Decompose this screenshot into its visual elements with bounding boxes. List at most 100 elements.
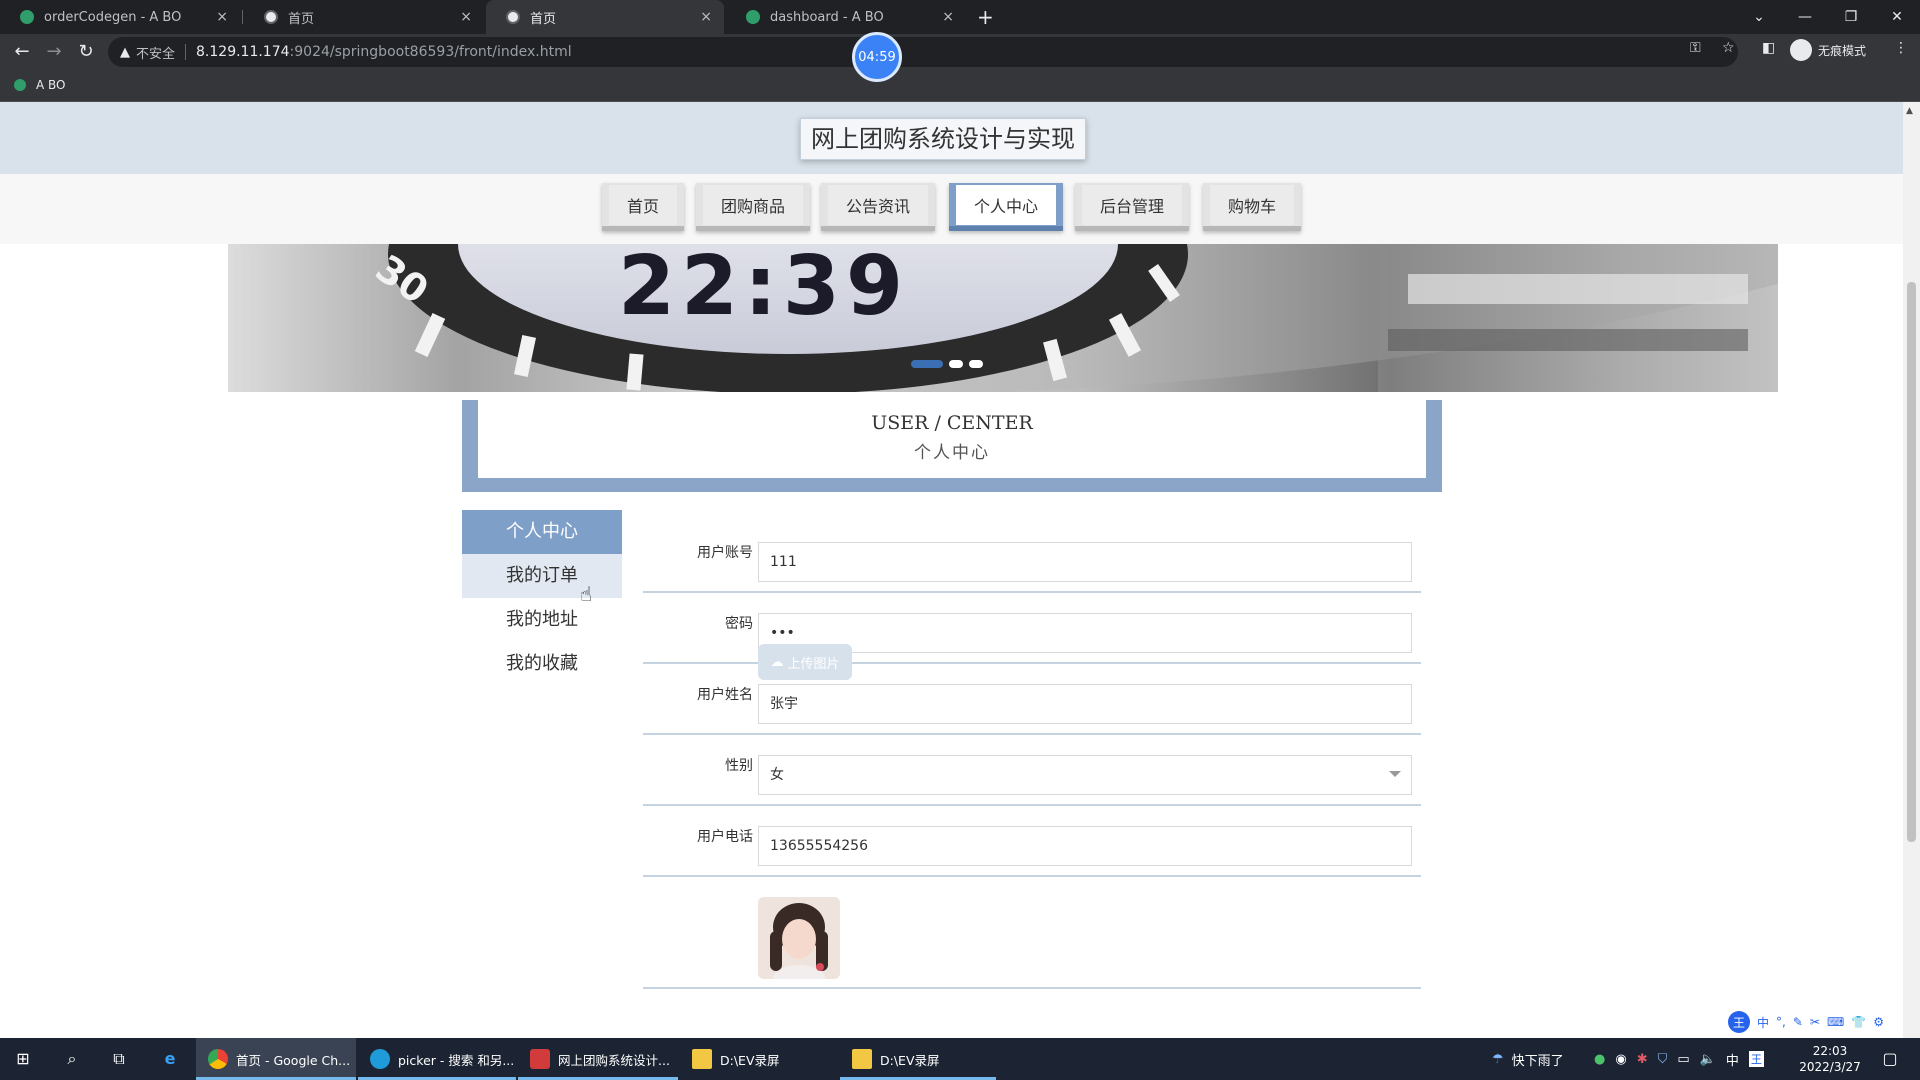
taskbar-app-chrome[interactable]: 首页 - Google Ch...	[196, 1038, 356, 1080]
ime-lang-indicator[interactable]: 中	[1757, 1014, 1769, 1031]
input-language[interactable]: 中	[1726, 1050, 1739, 1069]
qq-icon[interactable]: ◉	[1615, 1052, 1626, 1067]
password-label: 密码	[725, 616, 753, 632]
close-icon[interactable]: ×	[700, 9, 712, 25]
shirt-icon[interactable]: 👕	[1851, 1015, 1866, 1029]
scrollbar-thumb[interactable]	[1907, 282, 1916, 842]
taskbar-app-label: picker - 搜索 和另...	[398, 1052, 515, 1068]
taskbar-app-wps[interactable]: 网上团购系统设计...	[518, 1038, 678, 1080]
tab-search-chevron-icon[interactable]: ⌄	[1736, 0, 1782, 34]
system-clock[interactable]: 22:03 2022/3/27	[1794, 1043, 1866, 1075]
phone-field[interactable]: 13655554256	[758, 826, 1412, 866]
address-bar[interactable]: ▲ 不安全 8.129.11.174 :9024/springboot86593…	[108, 37, 1738, 67]
task-view-icon[interactable]: ⧉	[107, 1047, 131, 1071]
back-arrow-icon[interactable]: ←	[10, 40, 34, 64]
cloud-upload-icon: ☁	[770, 654, 784, 670]
username-label: 用户账号	[697, 545, 753, 561]
scroll-up-arrow-icon[interactable]: ▲	[1906, 106, 1913, 116]
globe-icon	[264, 10, 278, 24]
new-tab-button[interactable]: +	[977, 5, 994, 29]
hand-cursor-icon: ☝	[580, 582, 593, 606]
form-row-username: 用户账号 111	[643, 522, 1421, 593]
network-icon[interactable]: ▭	[1677, 1052, 1689, 1067]
browser-tab-home-1[interactable]: 首页 ×	[244, 0, 484, 34]
incognito-profile[interactable]: 无痕模式	[1790, 39, 1866, 61]
window-close-icon[interactable]: ✕	[1874, 0, 1920, 34]
minimize-icon[interactable]: —	[1782, 0, 1828, 34]
nav-label: 团购商品	[702, 184, 803, 225]
avatar[interactable]	[758, 897, 840, 979]
star-icon[interactable]: ☆	[1722, 40, 1735, 56]
sidebar-item-my-orders[interactable]: 我的订单	[462, 554, 622, 598]
close-icon[interactable]: ×	[460, 9, 472, 25]
windows-start-icon[interactable]: ⊞	[11, 1047, 35, 1071]
wps-icon	[530, 1049, 550, 1069]
carousel-dot[interactable]	[969, 360, 983, 368]
menu-dots-icon[interactable]: ⋮	[1894, 40, 1908, 56]
gender-select[interactable]: 女	[758, 755, 1412, 795]
tab-label: orderCodegen - A BO	[44, 9, 182, 25]
tab-label: dashboard - A BO	[770, 9, 884, 25]
nav-group-products[interactable]: 团购商品	[696, 183, 810, 231]
search-icon[interactable]: ⌕	[60, 1047, 84, 1071]
recording-timer[interactable]: 04:59	[852, 32, 902, 82]
sidebar-item-user-center[interactable]: 个人中心	[462, 510, 622, 554]
nav-announcements[interactable]: 公告资讯	[821, 183, 935, 231]
globe-icon	[506, 10, 520, 24]
close-icon[interactable]: ×	[942, 9, 954, 25]
browser-tab-dashboard[interactable]: dashboard - A BO ×	[726, 0, 966, 34]
clock-time: 22:03	[1812, 1044, 1848, 1058]
internet-explorer-icon[interactable]: e	[158, 1047, 182, 1071]
notification-icon[interactable]: ▢	[1878, 1047, 1902, 1071]
nav-user-center[interactable]: 个人中心	[949, 183, 1063, 231]
bookmarks-bar: A BO	[0, 70, 1920, 102]
nav-home[interactable]: 首页	[602, 183, 684, 231]
banner-carousel[interactable]: 22:39 30	[228, 244, 1778, 392]
form-row-avatar	[643, 877, 1421, 989]
weather-widget[interactable]: ☂ 快下雨了	[1492, 1038, 1564, 1080]
carousel-dot-active[interactable]	[911, 360, 943, 368]
weather-text: 快下雨了	[1511, 1053, 1564, 1069]
chevron-down-icon	[1389, 771, 1401, 777]
name-field[interactable]: 张宇	[758, 684, 1412, 724]
forward-arrow-icon[interactable]: →	[42, 40, 66, 64]
reload-icon[interactable]: ↻	[74, 40, 98, 64]
carousel-indicators	[911, 360, 983, 368]
browser-tab-home-active[interactable]: 首页 ×	[486, 0, 724, 34]
punctuation-icon[interactable]: °,	[1776, 1015, 1786, 1029]
user-sidebar: 个人中心 我的订单 我的地址 我的收藏	[462, 510, 622, 686]
browser-tab-strip: orderCodegen - A BO × 首页 × 首页 × dashboar…	[0, 0, 1920, 34]
password-field[interactable]: •••	[758, 613, 1412, 653]
taskbar-app-folder-1[interactable]: D:\EV录屏	[680, 1038, 838, 1080]
keyboard-icon[interactable]: ⌨	[1827, 1015, 1844, 1029]
scissors-icon[interactable]: ✂	[1810, 1015, 1820, 1029]
nav-cart[interactable]: 购物车	[1203, 183, 1301, 231]
taskbar-app-edge[interactable]: picker - 搜索 和另...	[358, 1038, 516, 1080]
pen-icon[interactable]: ✎	[1793, 1015, 1803, 1029]
name-label: 用户姓名	[697, 687, 753, 703]
volume-icon[interactable]: 🔈	[1700, 1052, 1716, 1067]
sogou-ime-icon[interactable]: 王	[1728, 1011, 1750, 1033]
sidebar-item-my-address[interactable]: 我的地址	[462, 598, 622, 642]
avatar-photo	[758, 897, 840, 979]
svg-text:22:39: 22:39	[618, 244, 909, 334]
carousel-dot[interactable]	[949, 360, 963, 368]
app-tray-icon[interactable]: ✱	[1637, 1052, 1648, 1067]
gear-icon[interactable]: ⚙	[1873, 1015, 1884, 1029]
sogou-tray-icon[interactable]: 王	[1748, 1051, 1764, 1067]
page-scrollbar[interactable]: ▲	[1903, 102, 1920, 1038]
sidebar-item-my-favorites[interactable]: 我的收藏	[462, 642, 622, 686]
upload-image-button[interactable]: ☁ 上传图片	[758, 644, 852, 680]
wechat-icon[interactable]: ●	[1594, 1052, 1605, 1067]
bookmark-item[interactable]: A BO	[14, 78, 66, 92]
side-panel-icon[interactable]: ◧	[1762, 40, 1775, 56]
site-header: 网上团购系统设计与实现	[0, 102, 1903, 174]
shield-icon[interactable]: ⛉	[1658, 1052, 1668, 1067]
nav-admin[interactable]: 后台管理	[1075, 183, 1189, 231]
restore-icon[interactable]: ❐	[1828, 0, 1874, 34]
key-icon[interactable]: ⚿	[1690, 40, 1701, 56]
username-field[interactable]: 111	[758, 542, 1412, 582]
browser-tab-ordercodegen[interactable]: orderCodegen - A BO ×	[0, 0, 240, 34]
taskbar-app-folder-2[interactable]: D:\EV录屏	[840, 1038, 996, 1080]
close-icon[interactable]: ×	[216, 9, 228, 25]
